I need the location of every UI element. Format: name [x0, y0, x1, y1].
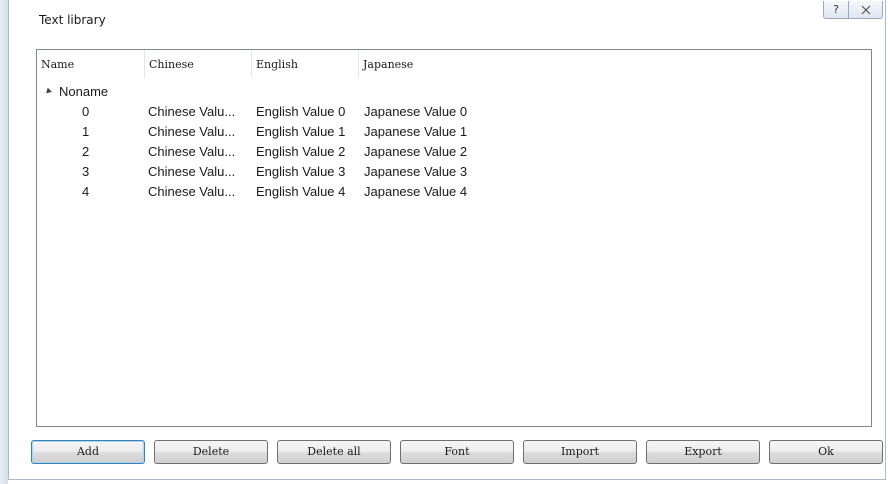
column-header-japanese[interactable]: Japanese — [359, 50, 479, 78]
title-bar: Text library — [9, 0, 885, 38]
column-header-chinese[interactable]: Chinese — [145, 50, 252, 78]
ok-button[interactable]: Ok — [769, 440, 883, 464]
cell-japanese: Japanese Value 4 — [364, 184, 468, 199]
cell-chinese: Chinese Valu... — [148, 104, 236, 119]
cell-chinese: Chinese Valu... — [148, 144, 236, 159]
column-header-english[interactable]: English — [252, 50, 359, 78]
tree-group-label: Noname — [59, 83, 109, 99]
help-button[interactable]: ? — [823, 1, 849, 19]
cell-english: English Value 0 — [256, 104, 346, 119]
column-header-name[interactable]: Name — [37, 50, 145, 78]
help-icon: ? — [833, 3, 839, 16]
cell-english: English Value 1 — [256, 124, 346, 139]
expanded-triangle-icon[interactable] — [44, 87, 52, 96]
cell-english: English Value 2 — [256, 144, 346, 159]
close-button[interactable] — [849, 1, 883, 19]
cell-name: 4 — [82, 184, 90, 199]
cell-english: English Value 3 — [256, 164, 346, 179]
text-library-dialog: Text library ? Name Chinese English Japa… — [8, 0, 886, 480]
cell-name: 0 — [82, 104, 90, 119]
cell-name: 1 — [82, 124, 90, 139]
window-title: Text library — [39, 13, 106, 27]
cell-chinese: Chinese Valu... — [148, 184, 236, 199]
import-button[interactable]: Import — [523, 440, 637, 464]
text-list-view[interactable]: Name Chinese English Japanese Noname 0 C… — [36, 49, 872, 427]
cell-japanese: Japanese Value 1 — [364, 124, 468, 139]
delete-button[interactable]: Delete — [154, 440, 268, 464]
cell-japanese: Japanese Value 3 — [364, 164, 468, 179]
window-left-edge — [0, 0, 8, 484]
export-button[interactable]: Export — [646, 440, 760, 464]
cell-japanese: Japanese Value 2 — [364, 144, 468, 159]
cell-japanese: Japanese Value 0 — [364, 104, 468, 119]
delete-all-button[interactable]: Delete all — [277, 440, 391, 464]
cell-name: 3 — [82, 164, 90, 179]
list-item[interactable]: 2 Chinese Valu... English Value 2 Japane… — [37, 142, 871, 162]
font-button[interactable]: Font — [400, 440, 514, 464]
cell-english: English Value 4 — [256, 184, 346, 199]
tree-group-noname[interactable]: Noname — [44, 82, 109, 100]
close-icon — [861, 5, 870, 14]
column-header: Name Chinese English Japanese — [37, 50, 871, 78]
cell-chinese: Chinese Valu... — [148, 124, 236, 139]
list-item[interactable]: 3 Chinese Valu... English Value 3 Japane… — [37, 162, 871, 182]
cell-chinese: Chinese Valu... — [148, 164, 236, 179]
list-item[interactable]: 0 Chinese Valu... English Value 0 Japane… — [37, 102, 871, 122]
list-item[interactable]: 1 Chinese Valu... English Value 1 Japane… — [37, 122, 871, 142]
cell-name: 2 — [82, 144, 90, 159]
add-button[interactable]: Add — [31, 440, 145, 464]
list-item[interactable]: 4 Chinese Valu... English Value 4 Japane… — [37, 182, 871, 202]
